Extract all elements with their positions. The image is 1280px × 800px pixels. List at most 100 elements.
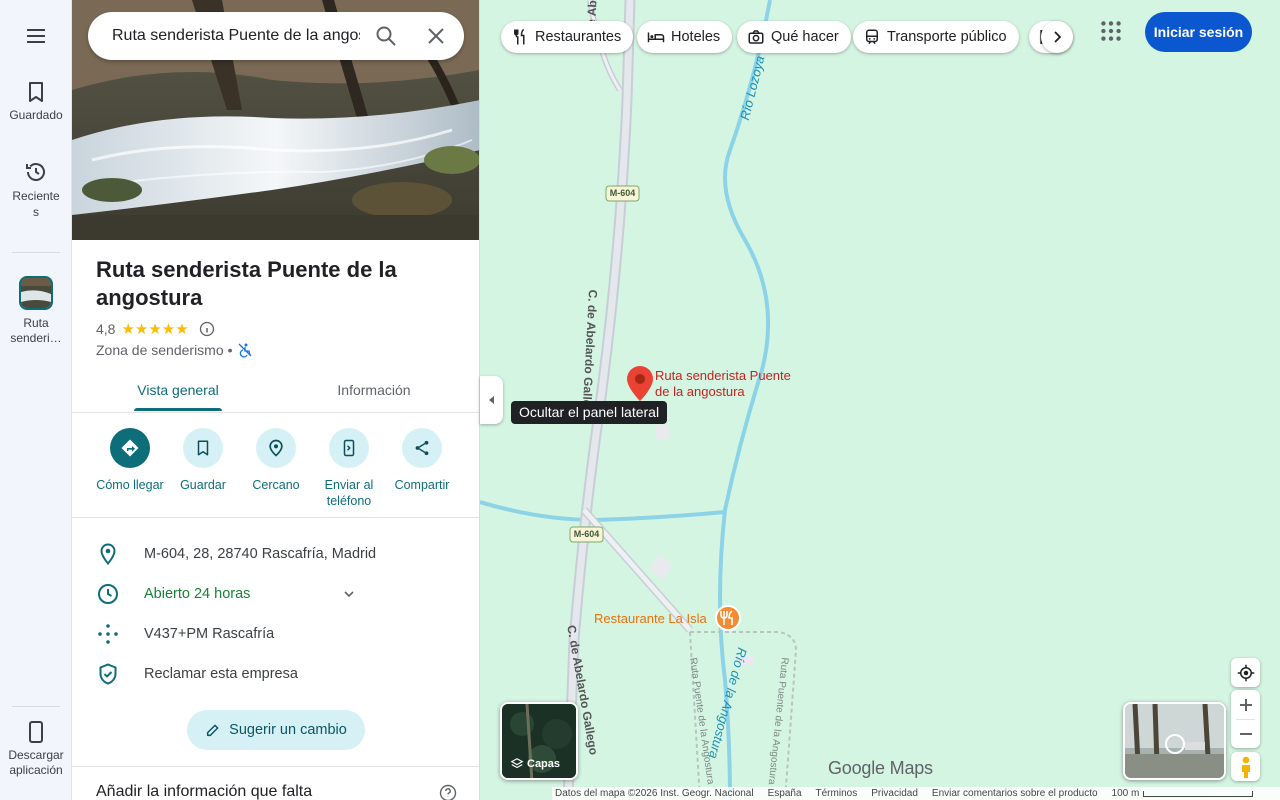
send-to-phone-icon — [343, 439, 355, 457]
recent-label: Reciente — [12, 189, 60, 203]
category-label[interactable]: Zona de senderismo — [96, 342, 224, 358]
pin-label[interactable]: Ruta senderista Puente de la angostura — [655, 368, 791, 400]
chevron-down-icon[interactable] — [342, 587, 356, 601]
rail-place-item[interactable]: Ruta senderi… — [0, 276, 72, 346]
zoom-controls — [1231, 690, 1260, 748]
directions-button[interactable]: Cómo llegar — [92, 428, 168, 493]
chip-things-to-do-label: Qué hacer — [771, 29, 839, 45]
category-row: Zona de senderismo • — [96, 342, 253, 358]
share-label: Compartir — [394, 478, 450, 492]
missing-info-heading: Añadir la información que falta — [96, 783, 313, 800]
search-icon[interactable] — [374, 24, 398, 48]
nearby-label: Cercano — [252, 478, 300, 492]
country-link[interactable]: España — [768, 788, 802, 799]
action-buttons: Cómo llegar Guardar Cercano Enviar al tel… — [72, 424, 479, 518]
search-box — [88, 12, 464, 60]
category-separator: • — [227, 342, 233, 358]
chip-restaurants[interactable]: Restaurantes — [501, 21, 634, 53]
restaurant-icon — [514, 28, 525, 45]
hours-row[interactable]: Abierto 24 horas — [72, 574, 479, 614]
search-input[interactable] — [112, 27, 360, 45]
address-text: M-604, 28, 28740 Rascafría, Madrid — [144, 546, 377, 562]
plus-icon — [1239, 698, 1252, 711]
chip-restaurants-label: Restaurantes — [535, 29, 622, 45]
my-location-icon — [1237, 664, 1254, 681]
place-title: Ruta senderista Puente de la angostura — [96, 257, 397, 310]
info-icon[interactable] — [199, 321, 215, 337]
building — [648, 554, 674, 580]
chip-public-transport[interactable]: Transporte público — [853, 21, 1019, 53]
send-to-phone-label-line2: teléfono — [326, 494, 372, 508]
nearby-icon — [269, 439, 283, 457]
privacy-link[interactable]: Privacidad — [871, 788, 918, 799]
place-hero-photo[interactable] — [72, 0, 479, 240]
directions-label: Cómo llegar — [96, 478, 164, 492]
map-canvas[interactable]: C. de Abelardo Gallego C. de Abelardo Ga… — [480, 0, 1280, 800]
road-shield-label-1: M-604 — [609, 188, 636, 198]
download-app-button[interactable]: Descargar aplicación — [0, 720, 72, 778]
location-pin-icon — [100, 543, 116, 566]
chip-things-to-do[interactable]: Qué hacer — [737, 21, 851, 53]
claim-business-row[interactable]: Reclamar esta empresa — [72, 654, 479, 694]
send-to-phone-button[interactable]: Enviar al teléfono — [311, 428, 387, 509]
address-row[interactable]: M-604, 28, 28740 Rascafría, Madrid — [72, 534, 479, 574]
restaurant-marker — [715, 605, 741, 631]
hotel-icon — [647, 32, 665, 43]
stream-line — [480, 500, 726, 523]
minus-icon — [1239, 732, 1252, 735]
pegman-button[interactable] — [1231, 752, 1260, 781]
suggest-edit-button[interactable]: Sugerir un cambio — [187, 710, 365, 750]
google-maps-logo: Google Maps — [828, 758, 933, 778]
caret-left-icon — [488, 396, 494, 404]
map-data-attribution: Datos del mapa ©2026 Inst. Geogr. Nacion… — [555, 788, 754, 799]
place-tabs: Vista general Información — [72, 368, 479, 413]
recent-button[interactable]: Reciente s — [0, 160, 72, 220]
layers-button[interactable]: Capas — [500, 702, 578, 780]
suggest-edit-label: Sugerir un cambio — [229, 722, 347, 738]
apps-grid-icon[interactable] — [1098, 18, 1124, 44]
map-graphics — [480, 0, 798, 800]
place-thumbnail — [19, 276, 53, 310]
scale-label[interactable]: 100 m — [1112, 788, 1140, 799]
rail-divider — [12, 252, 60, 253]
layers-label-group: Capas — [510, 757, 560, 771]
zoom-out-button[interactable] — [1231, 719, 1260, 748]
plus-code-icon — [98, 624, 118, 644]
street-view-preview[interactable] — [1123, 702, 1226, 780]
not-accessible-icon — [238, 343, 252, 358]
pin-label-line1: Ruta senderista Puente — [655, 368, 791, 383]
pin-label-line2: de la angostura — [655, 384, 745, 399]
plus-code-row[interactable]: V437+PM Rascafría — [72, 614, 479, 654]
nearby-button[interactable]: Cercano — [238, 428, 314, 493]
saved-button[interactable]: Guardado — [0, 80, 72, 122]
rating-stars[interactable]: ★★★★★ — [121, 320, 188, 338]
menu-button[interactable] — [0, 24, 72, 52]
building — [655, 425, 669, 440]
red-map-pin-center — [635, 374, 645, 384]
bookmark-icon — [29, 82, 43, 102]
save-button[interactable]: Guardar — [165, 428, 241, 493]
rail-divider-bottom — [12, 706, 60, 707]
collapse-panel-button[interactable] — [480, 376, 503, 424]
feedback-link[interactable]: Enviar comentarios sobre el producto — [932, 788, 1098, 799]
send-to-phone-label: Enviar al teléfono — [311, 477, 387, 509]
sign-in-button[interactable]: Iniciar sesión — [1145, 12, 1252, 52]
restaurant-label[interactable]: Restaurante La Isla — [594, 611, 707, 626]
tab-overview[interactable]: Vista general — [124, 368, 232, 413]
transit-icon — [866, 29, 878, 45]
pegman-icon — [1241, 756, 1250, 778]
share-button[interactable]: Compartir — [384, 428, 460, 493]
terms-link[interactable]: Términos — [816, 788, 858, 799]
history-icon — [26, 163, 45, 181]
side-panel: Ruta senderista Puente de la angostura 4… — [72, 0, 480, 800]
close-icon[interactable] — [424, 24, 448, 48]
zoom-in-button[interactable] — [1231, 690, 1260, 719]
chip-public-transport-label: Transporte público — [887, 29, 1007, 45]
chip-hotels[interactable]: Hoteles — [637, 21, 733, 53]
layers-icon — [510, 758, 524, 769]
tab-information[interactable]: Información — [320, 368, 428, 413]
directions-icon — [121, 439, 139, 457]
help-icon[interactable] — [439, 784, 457, 800]
my-location-button[interactable] — [1231, 658, 1260, 687]
chips-scroll-right-button[interactable] — [1041, 21, 1073, 53]
